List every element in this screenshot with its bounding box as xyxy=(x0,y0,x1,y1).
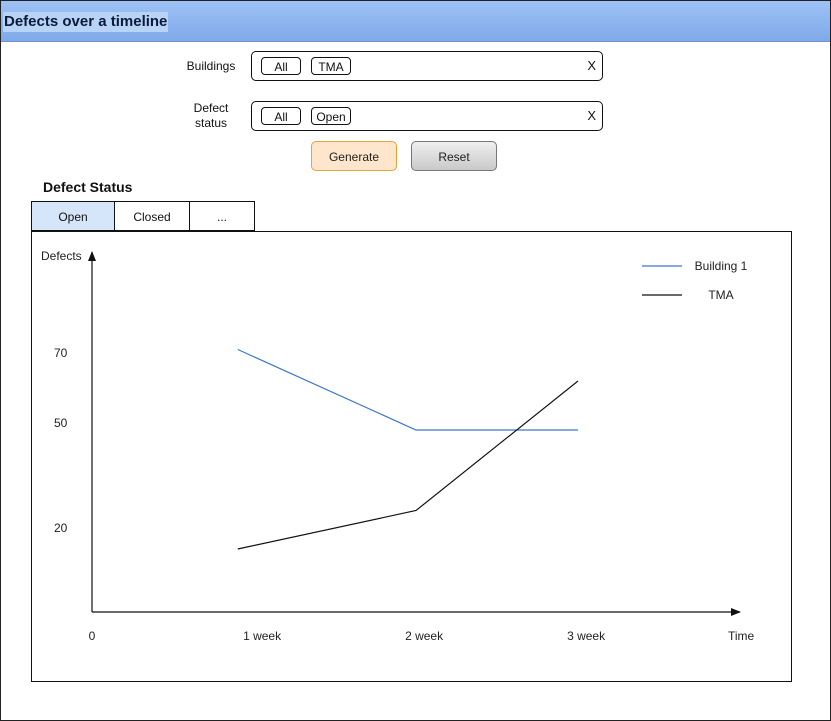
title-bar: Defects over a timeline xyxy=(1,1,830,42)
buildings-chip-tma[interactable]: TMA xyxy=(311,57,351,75)
defect-status-chip-all[interactable]: All xyxy=(261,107,301,125)
line-chart: Defects Time 0 1 week 2 week 3 week 20 50 70 B… xyxy=(41,249,755,643)
defect-status-label-line2: status xyxy=(194,116,227,130)
x-tick-label: 0 xyxy=(89,629,96,643)
tab-more[interactable]: ... xyxy=(189,201,255,231)
y-tick-label: 70 xyxy=(54,346,68,360)
series-lines xyxy=(237,348,579,550)
x-axis-label: Time xyxy=(728,629,755,643)
generate-button[interactable]: Generate xyxy=(311,141,397,171)
tab-open[interactable]: Open xyxy=(31,201,115,231)
y-tick-label: 50 xyxy=(54,416,68,430)
y-tick-label: 20 xyxy=(54,521,68,535)
page-title: Defects over a timeline xyxy=(3,12,169,32)
buildings-chip-all[interactable]: All xyxy=(261,57,301,75)
reset-button[interactable]: Reset xyxy=(411,141,497,171)
legend-label: TMA xyxy=(708,288,733,302)
buildings-filter[interactable]: All TMA X xyxy=(251,51,603,81)
y-axis-label: Defects xyxy=(41,249,82,263)
app-window: Defects over a timeline Buildings All TM… xyxy=(0,0,831,721)
legend: Building 1 TMA xyxy=(642,259,748,302)
tab-closed[interactable]: Closed xyxy=(114,201,190,231)
x-tick-label: 2 week xyxy=(405,629,444,643)
section-title: Defect Status xyxy=(43,179,133,195)
chart-panel: Defects Time 0 1 week 2 week 3 week 20 50 70 B… xyxy=(31,231,792,682)
x-tick-label: 3 week xyxy=(567,629,606,643)
buildings-clear-icon[interactable]: X xyxy=(587,58,596,73)
series-line-1 xyxy=(237,380,579,550)
series-line-0 xyxy=(237,348,578,431)
legend-label: Building 1 xyxy=(695,259,748,273)
defect-status-chip-open[interactable]: Open xyxy=(311,107,351,125)
defect-status-label-line1: Defect xyxy=(193,101,229,115)
defect-status-clear-icon[interactable]: X xyxy=(587,108,596,123)
defect-status-label: Defect status xyxy=(181,101,241,131)
x-tick-label: 1 week xyxy=(243,629,282,643)
defect-status-filter[interactable]: All Open X xyxy=(251,101,603,131)
buildings-label: Buildings xyxy=(186,59,236,73)
